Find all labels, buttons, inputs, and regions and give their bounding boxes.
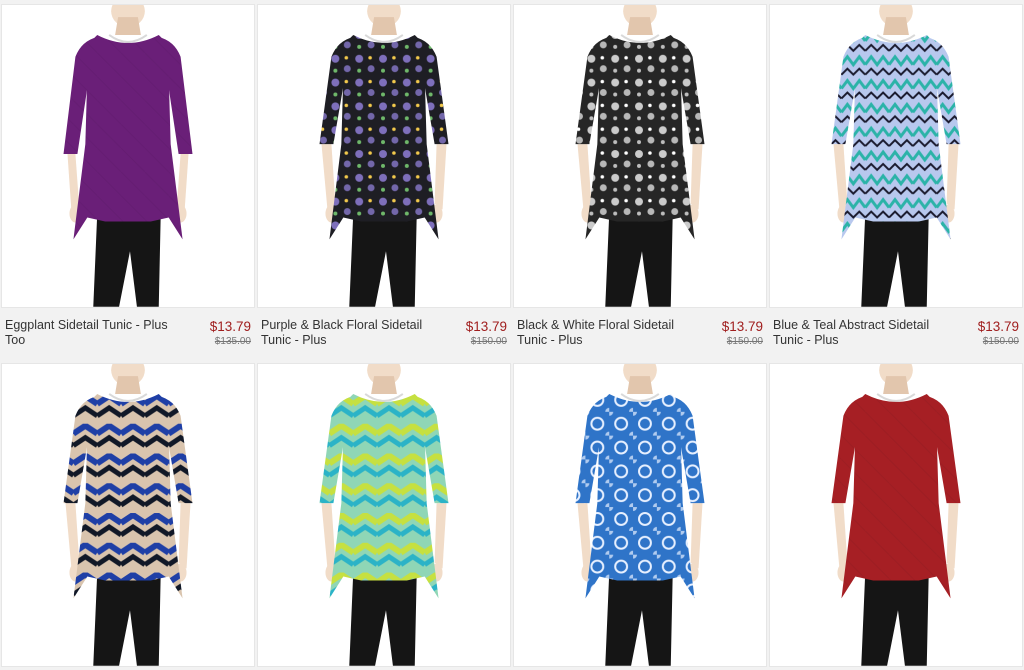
original-price: $150.00: [470, 336, 507, 347]
neckline: [364, 393, 404, 402]
tunic: [831, 34, 961, 240]
mannequin-neck: [371, 17, 397, 35]
left-forearm: [65, 503, 80, 569]
mannequin-neck: [115, 17, 141, 35]
original-price: $150.00: [982, 336, 1019, 347]
left-forearm: [833, 144, 848, 210]
left-forearm: [67, 154, 80, 212]
product-image[interactable]: [1, 363, 255, 667]
product-image[interactable]: [257, 4, 511, 308]
tunic: [63, 393, 193, 599]
mannequin-neck: [371, 376, 397, 394]
tunic-body: [73, 393, 183, 599]
product-image[interactable]: [513, 4, 767, 308]
neckline: [108, 34, 148, 43]
product-name[interactable]: Purple & Black Floral Sidetail Tunic - P…: [261, 318, 436, 348]
tunic: [63, 34, 193, 240]
tunic-illustration: [319, 364, 449, 666]
mannequin-neck: [627, 376, 653, 394]
mannequin-neck: [115, 376, 141, 394]
tunic-illustration: [63, 364, 193, 666]
product-image[interactable]: [1, 4, 255, 308]
product-name[interactable]: Blue & Teal Abstract Sidetail Tunic - Pl…: [773, 318, 948, 348]
right-forearm: [434, 144, 447, 210]
leggings: [93, 213, 161, 307]
right-forearm: [690, 144, 703, 210]
neckline: [876, 34, 916, 43]
product-info: Black & White Floral Sidetail Tunic - Pl…: [513, 314, 767, 354]
left-forearm: [577, 144, 592, 210]
sale-price: $13.79: [721, 319, 763, 334]
left-forearm: [577, 503, 592, 569]
product-image[interactable]: [769, 363, 1023, 667]
tunic-body: [841, 393, 951, 599]
left-forearm: [321, 503, 336, 569]
tunic-illustration: [319, 5, 449, 307]
tunic: [319, 34, 449, 240]
mannequin-neck: [883, 17, 909, 35]
product-info: Eggplant Sidetail Tunic - Plus Too $13.7…: [1, 314, 255, 354]
left-forearm: [833, 503, 848, 569]
right-forearm: [176, 154, 189, 212]
tunic-body: [841, 34, 951, 240]
tunic-body: [73, 34, 183, 240]
tunic: [575, 34, 705, 240]
product-image[interactable]: [257, 363, 511, 667]
product-info: Purple & Black Floral Sidetail Tunic - P…: [257, 314, 511, 354]
leggings: [861, 572, 929, 666]
tunic-illustration: [575, 5, 705, 307]
tunic-illustration: [831, 5, 961, 307]
product-name[interactable]: Eggplant Sidetail Tunic - Plus Too: [5, 318, 180, 348]
tunic-body: [329, 393, 439, 599]
sale-price: $13.79: [209, 319, 251, 334]
sale-price: $13.79: [465, 319, 507, 334]
product-image[interactable]: [513, 363, 767, 667]
neckline: [876, 393, 916, 402]
sale-price: $13.79: [977, 319, 1019, 334]
tunic: [831, 393, 961, 599]
product-info: Blue & Teal Abstract Sidetail Tunic - Pl…: [769, 314, 1023, 354]
mannequin-neck: [883, 376, 909, 394]
mannequin-neck: [627, 17, 653, 35]
product-image[interactable]: [769, 4, 1023, 308]
neckline: [620, 393, 660, 402]
tunic-illustration: [63, 5, 193, 307]
tunic-body: [585, 393, 695, 599]
leggings: [349, 213, 417, 307]
right-forearm: [946, 503, 959, 569]
leggings: [605, 572, 673, 666]
original-price: $150.00: [726, 336, 763, 347]
tunic-body: [329, 34, 439, 240]
left-forearm: [321, 144, 336, 210]
right-forearm: [434, 503, 447, 569]
original-price: $135.00: [214, 336, 251, 347]
leggings: [605, 213, 673, 307]
neckline: [620, 34, 660, 43]
right-forearm: [946, 144, 959, 210]
right-forearm: [178, 503, 191, 569]
tunic-illustration: [575, 364, 705, 666]
product-grid: Eggplant Sidetail Tunic - Plus Too $13.7…: [0, 0, 1024, 670]
product-name[interactable]: Black & White Floral Sidetail Tunic - Pl…: [517, 318, 692, 348]
leggings: [93, 572, 161, 666]
leggings: [349, 572, 417, 666]
tunic-body: [585, 34, 695, 240]
leggings: [861, 213, 929, 307]
neckline: [364, 34, 404, 43]
right-forearm: [690, 503, 703, 569]
tunic: [319, 393, 449, 599]
tunic: [575, 393, 705, 599]
tunic-illustration: [831, 364, 961, 666]
neckline: [108, 393, 148, 402]
